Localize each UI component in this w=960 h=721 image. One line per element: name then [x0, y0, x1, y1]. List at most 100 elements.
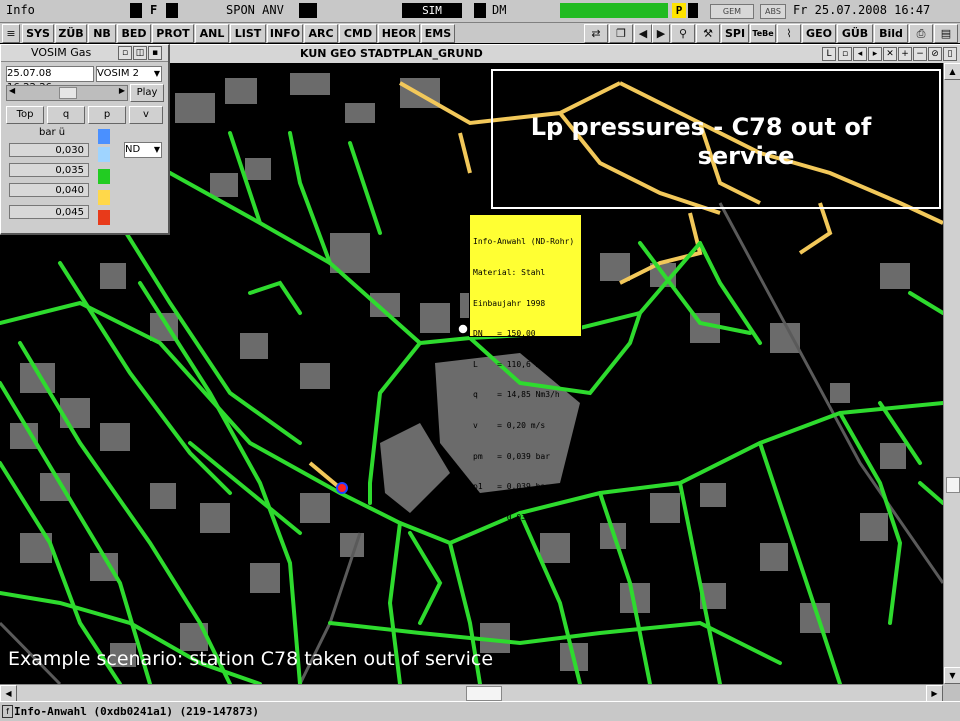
windows-icon[interactable]: ❐ — [609, 24, 633, 43]
nd-select-value: ND — [125, 144, 141, 155]
horizontal-scroll-thumb[interactable] — [466, 686, 502, 701]
v-button[interactable]: v — [129, 106, 163, 124]
abs-button[interactable]: ABS — [760, 4, 786, 19]
menu-bed[interactable]: BED — [117, 24, 151, 43]
vosim-mode-value: VOSIM 2 — [97, 68, 140, 79]
scenario-title: Lp pressures - C78 out of service — [501, 113, 901, 171]
play-button[interactable]: Play — [130, 84, 164, 102]
status-indicator-2 — [166, 3, 178, 18]
document-icon[interactable]: ▤ — [934, 24, 958, 43]
menu-list[interactable]: LIST — [230, 24, 266, 43]
status-bar: Info F SPON ANV SIM DM P GEM ABS Fr 25.0… — [0, 0, 960, 23]
datetime: Fr 25.07.2008 16:47 — [793, 3, 931, 17]
f-label: F — [150, 3, 158, 17]
legend-swatch — [98, 147, 110, 162]
status-indicator-4 — [474, 3, 486, 18]
menu-ems[interactable]: EMS — [421, 24, 455, 43]
menu-heor[interactable]: HEOR — [378, 24, 420, 43]
menu-nb[interactable]: NB — [88, 24, 116, 43]
info-icon: f — [2, 705, 13, 718]
vosim-datetime-field[interactable]: 25.07.08 16:22:26 — [6, 66, 94, 93]
menu-info[interactable]: INFO — [267, 24, 303, 43]
legend-value: 0,045 — [9, 205, 89, 219]
menu-prot[interactable]: PROT — [152, 24, 194, 43]
network-icon[interactable]: ⇄ — [584, 24, 608, 43]
layer-button[interactable]: L — [822, 47, 836, 61]
printer-icon[interactable]: ⎙ — [909, 24, 933, 43]
map-document-icon[interactable]: ▯ — [943, 47, 957, 61]
vosim-minimize-icon[interactable]: ▫ — [118, 46, 132, 60]
bottom-status-bar: f Info-Anwahl (0xdb0241a1) (219-147873) — [0, 701, 960, 721]
legend-swatch — [98, 169, 110, 184]
scroll-left-icon[interactable]: ◀ — [0, 685, 17, 702]
vosim-restore-icon[interactable]: ◫ — [133, 46, 147, 60]
scroll-up-icon[interactable]: ▲ — [944, 63, 960, 80]
sim-indicator: SIM — [402, 3, 462, 18]
scenario-caption: Example scenario: station C78 taken out … — [8, 648, 494, 670]
gem-button[interactable]: GEM — [710, 4, 754, 19]
legend-value: 0,040 — [9, 183, 89, 197]
legend-swatch — [98, 210, 110, 225]
info-line: v = 0,20 m/s — [473, 421, 546, 431]
menu-tebe[interactable]: TeBe — [750, 24, 776, 43]
chevron-down-icon: ▼ — [153, 145, 160, 154]
arrow-right-icon[interactable]: ▶ — [652, 24, 670, 43]
hammer-icon[interactable]: ⚒ — [696, 24, 720, 43]
slider-left-icon[interactable]: ◀ — [9, 86, 15, 95]
menu-zub[interactable]: ZÜB — [55, 24, 87, 43]
info-line: p1 = 0,039 bar — [473, 482, 551, 492]
status-indicator-3 — [299, 3, 317, 18]
status-indicator-1 — [130, 3, 142, 18]
pan-right-icon[interactable]: ▸ — [868, 47, 882, 61]
status-indicator-5 — [688, 3, 698, 18]
menu-bild[interactable]: Bild — [874, 24, 908, 43]
scroll-right-icon[interactable]: ▶ — [926, 685, 943, 702]
search-icon[interactable]: ⚲ — [671, 24, 695, 43]
vertical-scrollbar[interactable]: ▲ ▼ — [943, 63, 960, 684]
top-button[interactable]: Top — [6, 106, 44, 124]
selection-marker[interactable] — [457, 323, 469, 335]
arrow-left-icon[interactable]: ◀ — [634, 24, 652, 43]
list-menu-icon[interactable]: ≡ — [2, 24, 20, 43]
info-line: pm = 0,039 bar — [473, 451, 551, 461]
chevron-down-icon: ▼ — [153, 69, 160, 78]
menu-anl[interactable]: ANL — [195, 24, 229, 43]
scenario-title-line1: Lp pressures - C78 out of — [530, 113, 872, 141]
scroll-corner — [943, 684, 960, 701]
vosim-title: VOSIM Gas — [31, 46, 92, 59]
unit-label: bar ü — [39, 127, 66, 138]
vertical-scroll-thumb[interactable] — [946, 477, 960, 493]
zoom-in-icon[interactable]: + — [898, 47, 912, 61]
info-line: Material: Stahl — [473, 268, 546, 278]
dm-label: DM — [492, 3, 507, 17]
chart-icon[interactable]: ⌇ — [777, 24, 801, 43]
info-line: DN = 150,00 — [473, 329, 536, 339]
station-c78-marker[interactable] — [336, 482, 348, 494]
menu-gub[interactable]: GÜB — [837, 24, 873, 43]
horizontal-scrollbar[interactable]: ◀ ▶ — [0, 684, 943, 702]
map-close-icon[interactable]: ✕ — [883, 47, 897, 61]
menu-sys[interactable]: SYS — [22, 24, 54, 43]
menu-arc[interactable]: ARC — [304, 24, 338, 43]
info-line: q = 14,85 Nm3/h — [473, 390, 560, 400]
zoom-reset-icon[interactable]: ⊘ — [928, 47, 942, 61]
q-button[interactable]: q — [47, 106, 85, 124]
vosim-mode-select[interactable]: VOSIM 2 ▼ — [96, 66, 162, 82]
minimize-icon[interactable]: ▫ — [838, 47, 852, 61]
slider-right-icon[interactable]: ▶ — [119, 86, 125, 95]
map-title: KUN GEO STADTPLAN_GRUND — [300, 47, 483, 60]
p-button[interactable]: p — [88, 106, 126, 124]
nd-select[interactable]: ND ▼ — [124, 142, 162, 158]
menu-cmd[interactable]: CMD — [339, 24, 377, 43]
time-slider[interactable]: ◀ ▶ — [6, 85, 128, 101]
slider-thumb[interactable] — [59, 87, 77, 99]
scroll-down-icon[interactable]: ▼ — [944, 667, 960, 684]
zoom-out-icon[interactable]: − — [913, 47, 927, 61]
info-line: L = 110,6 m — [473, 359, 541, 369]
pan-left-icon[interactable]: ◂ — [853, 47, 867, 61]
vosim-titlebar: VOSIM Gas ▫ ◫ ▪ — [1, 45, 168, 62]
info-label: Info — [6, 3, 35, 17]
menu-geo[interactable]: GEO — [802, 24, 836, 43]
menu-spi[interactable]: SPI — [721, 24, 749, 43]
vosim-close-icon[interactable]: ▪ — [148, 46, 162, 60]
